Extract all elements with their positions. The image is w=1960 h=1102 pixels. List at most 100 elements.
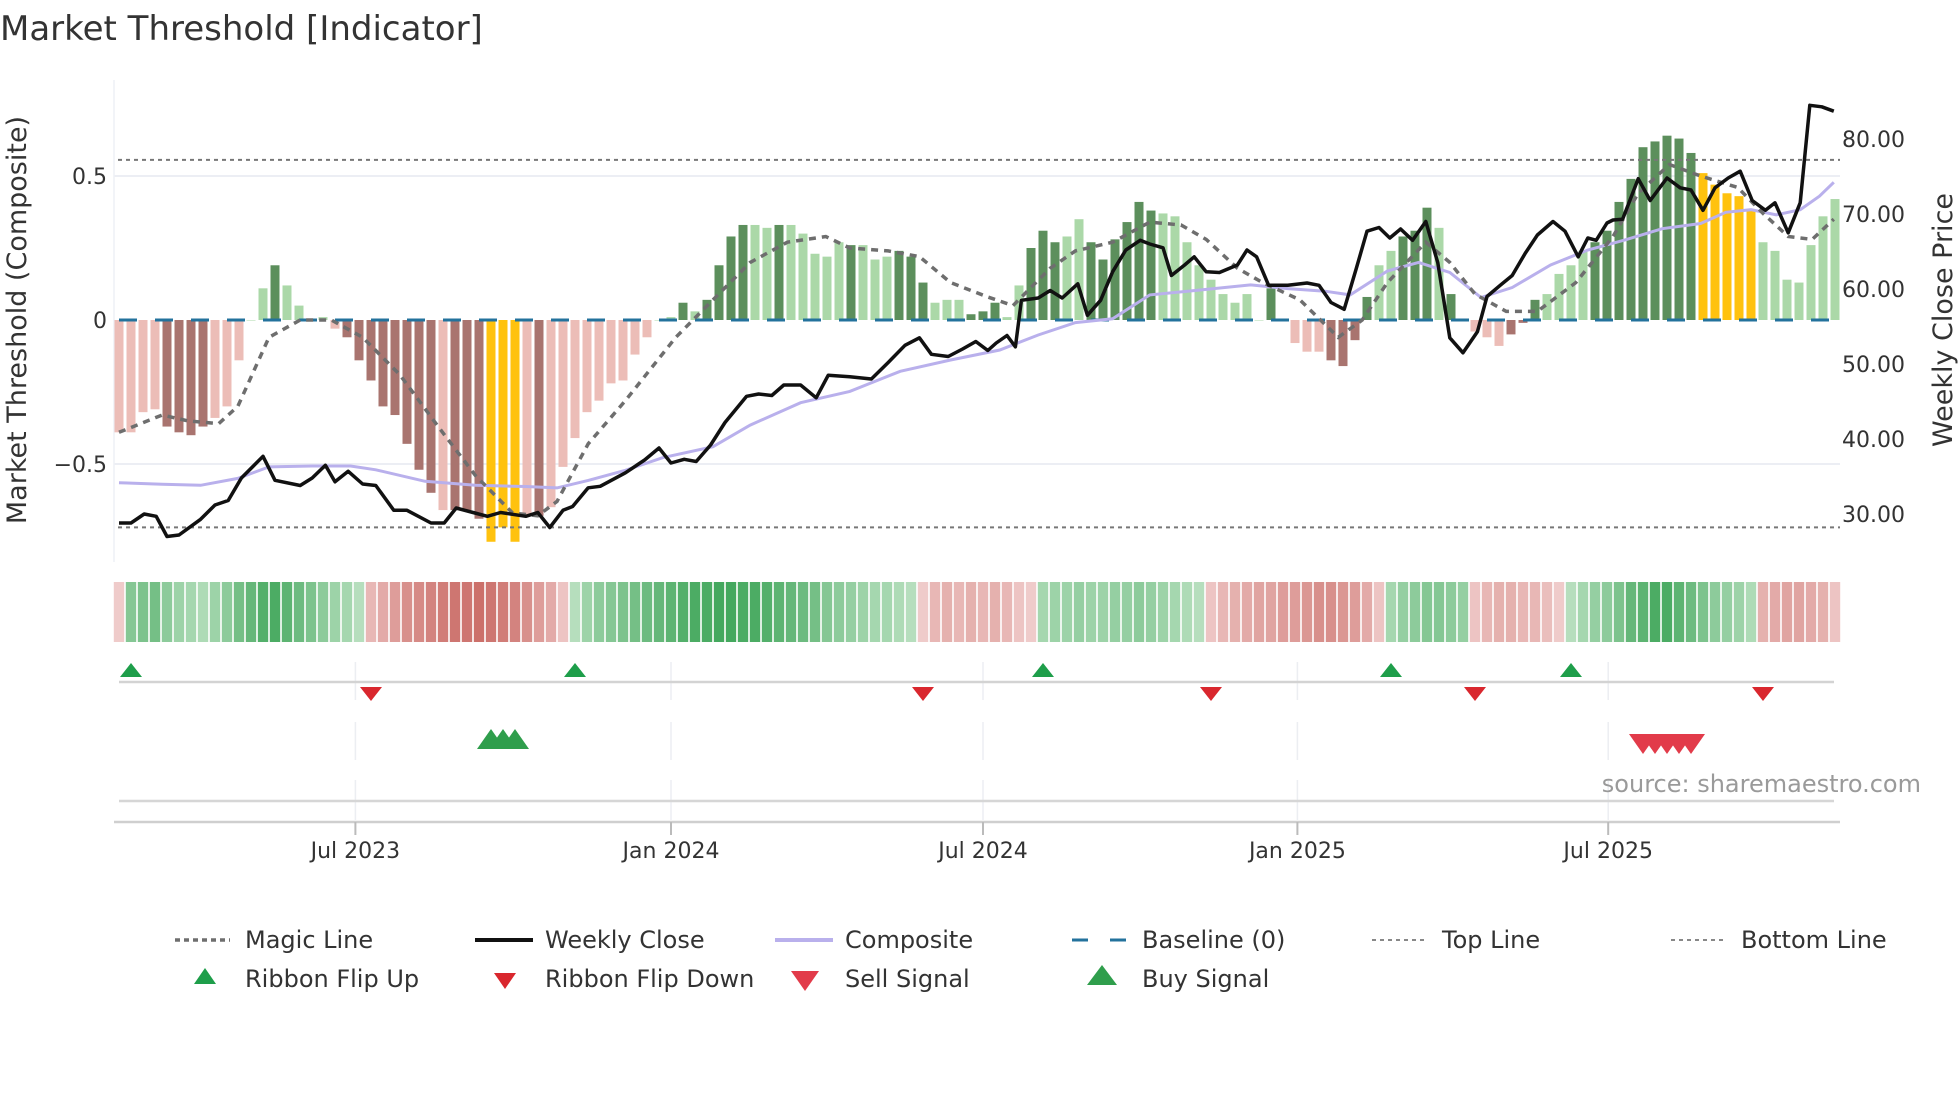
ribbon-cell	[1601, 582, 1613, 642]
buy-legend-icon	[1087, 965, 1117, 985]
histogram-bar	[1710, 184, 1720, 320]
ribbon-cell	[989, 582, 1001, 642]
ribbon-cell	[809, 582, 821, 642]
y-tick-label: 0.5	[72, 165, 107, 190]
histogram-bar	[1194, 265, 1204, 320]
ribbon-cell	[449, 582, 461, 642]
ribbon-cell	[557, 582, 569, 642]
ribbon-cell	[209, 582, 221, 642]
ribbon-cell	[1157, 582, 1169, 642]
ribbon-cell	[281, 582, 293, 642]
histogram-bar	[594, 320, 604, 401]
ribbon-flip-up-marker	[1032, 663, 1054, 677]
histogram-bar	[222, 320, 232, 407]
ribbon-cell	[1469, 582, 1481, 642]
signal-markers	[119, 663, 1834, 754]
histogram-bar	[1266, 288, 1276, 320]
ribbon-cell	[797, 582, 809, 642]
legend-label-sell: Sell Signal	[845, 965, 970, 993]
legend: Magic Line Weekly Close Composite Baseline …	[175, 926, 1887, 993]
histogram-bar	[774, 224, 784, 320]
histogram-bar	[1770, 250, 1780, 320]
ribbon-cell	[1037, 582, 1049, 642]
ribbon-cell	[1085, 582, 1097, 642]
ribbon-flip-down-marker	[1464, 687, 1486, 701]
ribbon-cell	[1133, 582, 1145, 642]
ribbon-cell	[1541, 582, 1553, 642]
histogram-bar	[990, 302, 1000, 320]
ribbon-flip-down-marker	[1752, 687, 1774, 701]
ribbon-cell	[689, 582, 701, 642]
histogram-bar	[414, 320, 424, 470]
ribbon-cell	[893, 582, 905, 642]
ribbon-cell	[1673, 582, 1685, 642]
ribbon-cell	[1433, 582, 1445, 642]
histogram-bar	[354, 320, 364, 361]
ribbon-cell	[629, 582, 641, 642]
ribbon-cell	[821, 582, 833, 642]
ribbon-flip-up-marker	[1560, 663, 1582, 677]
histogram-bar	[1002, 317, 1012, 320]
histogram-bar	[1398, 236, 1408, 320]
ribbon-cell	[365, 582, 377, 642]
histogram-bar	[138, 320, 148, 413]
histogram-bar	[114, 320, 124, 433]
histogram-bar	[822, 256, 832, 320]
histogram-bar	[162, 320, 172, 427]
ribbon-cell	[545, 582, 557, 642]
histogram-bar	[738, 224, 748, 320]
histogram-bar	[1062, 236, 1072, 320]
histogram-bar	[474, 320, 484, 519]
ribbon-cell	[473, 582, 485, 642]
ribbon-cell	[461, 582, 473, 642]
ribbon-cell	[701, 582, 713, 642]
histogram-bar	[570, 320, 580, 439]
ribbon-cell	[845, 582, 857, 642]
histogram-bar	[498, 320, 508, 528]
source-credit: source: sharemaestro.com	[1602, 770, 1921, 798]
histogram-bars	[114, 135, 1840, 542]
ribbon-cell	[1397, 582, 1409, 642]
ribbon-cell	[1169, 582, 1181, 642]
flip-up-legend-icon	[194, 968, 216, 984]
histogram-bar	[810, 253, 820, 320]
ribbon-cell	[713, 582, 725, 642]
histogram-bar	[258, 288, 268, 320]
ribbon-cell	[341, 582, 353, 642]
histogram-bar	[1074, 219, 1084, 320]
flip-down-legend-icon	[494, 973, 516, 989]
x-tick-label: Jul 2025	[1561, 839, 1653, 864]
ribbon-cell	[317, 582, 329, 642]
histogram-bar	[1386, 250, 1396, 320]
ribbon-cell	[857, 582, 869, 642]
histogram-bar	[546, 320, 556, 508]
histogram-bar	[786, 224, 796, 320]
ribbon-flip-up-marker	[120, 663, 142, 677]
y2-tick-label: 30.00	[1842, 503, 1905, 528]
histogram-bar	[462, 320, 472, 511]
y2-axis-title: Weekly Close Price	[1928, 193, 1959, 447]
ribbon-cell	[1517, 582, 1529, 642]
ribbon-cell	[305, 582, 317, 642]
ribbon-cell	[569, 582, 581, 642]
histogram-bar	[750, 224, 760, 320]
legend-label-magic: Magic Line	[245, 926, 373, 954]
histogram-bar	[846, 245, 856, 320]
ribbon-cell	[1385, 582, 1397, 642]
ribbon-cell	[245, 582, 257, 642]
ribbon-cell	[533, 582, 545, 642]
ribbon-cell	[1073, 582, 1085, 642]
ribbon-cell	[497, 582, 509, 642]
histogram-bar	[1410, 230, 1420, 320]
histogram-bar	[174, 320, 184, 433]
ribbon-cell	[1205, 582, 1217, 642]
ribbon-cell	[1301, 582, 1313, 642]
ribbon-cell	[1661, 582, 1673, 642]
ribbon-cell	[1553, 582, 1565, 642]
histogram-bar	[1206, 279, 1216, 320]
ribbon-cell	[353, 582, 365, 642]
ribbon-cell	[1457, 582, 1469, 642]
ribbon-cell	[1769, 582, 1781, 642]
ribbon-cell	[953, 582, 965, 642]
ribbon-cell	[1181, 582, 1193, 642]
